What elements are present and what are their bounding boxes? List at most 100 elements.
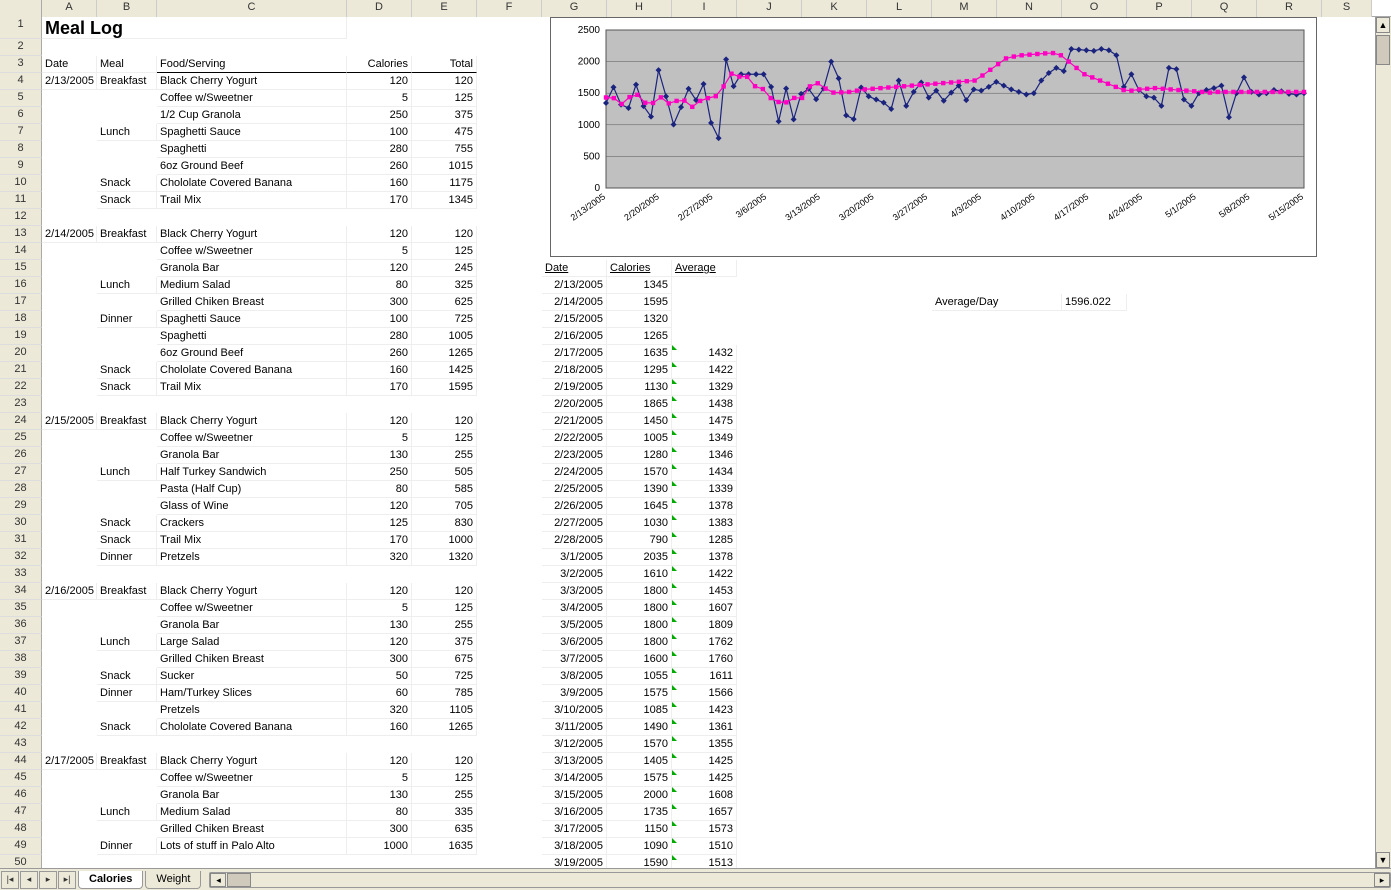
scroll-right-arrow-icon[interactable]: ▸ (1374, 873, 1390, 887)
summary-date[interactable]: 3/8/2005 (542, 668, 607, 685)
row-header-11[interactable]: 11 (0, 192, 42, 209)
row-header-30[interactable]: 30 (0, 515, 42, 532)
log-meal[interactable]: Dinner (97, 838, 157, 855)
log-total[interactable]: 1105 (412, 702, 477, 719)
column-header-S[interactable]: S (1322, 0, 1372, 17)
row-header-25[interactable]: 25 (0, 430, 42, 447)
summary-date[interactable]: 3/5/2005 (542, 617, 607, 634)
log-food[interactable]: Coffee w/Sweetner (157, 430, 347, 447)
summary-date[interactable]: 3/18/2005 (542, 838, 607, 855)
log-food[interactable]: Glass of Wine (157, 498, 347, 515)
summary-calories[interactable]: 1280 (607, 447, 672, 464)
log-food[interactable]: Grilled Chiken Breast (157, 821, 347, 838)
summary-calories[interactable]: 1030 (607, 515, 672, 532)
summary-date[interactable]: 3/3/2005 (542, 583, 607, 600)
summary-date[interactable]: 3/13/2005 (542, 753, 607, 770)
log-total[interactable]: 125 (412, 600, 477, 617)
summary-calories[interactable]: 2035 (607, 549, 672, 566)
column-header-L[interactable]: L (867, 0, 932, 17)
log-food[interactable]: Spaghetti (157, 328, 347, 345)
header-calories[interactable]: Calories (347, 56, 412, 73)
summary-date[interactable]: 2/18/2005 (542, 362, 607, 379)
log-calories[interactable]: 100 (347, 311, 412, 328)
log-calories[interactable]: 130 (347, 447, 412, 464)
row-header-38[interactable]: 38 (0, 651, 42, 668)
summary-date[interactable]: 2/24/2005 (542, 464, 607, 481)
log-calories[interactable]: 250 (347, 107, 412, 124)
log-calories[interactable]: 250 (347, 464, 412, 481)
summary-average[interactable]: 1566 (672, 685, 737, 702)
row-header-19[interactable]: 19 (0, 328, 42, 345)
log-date[interactable]: 2/17/2005 (42, 753, 97, 770)
summary-date[interactable]: 2/28/2005 (542, 532, 607, 549)
select-all-corner[interactable] (0, 0, 42, 17)
column-header-G[interactable]: G (542, 0, 607, 17)
tab-nav-next-icon[interactable]: ▸ (39, 871, 57, 889)
log-food[interactable]: Black Cherry Yogurt (157, 413, 347, 430)
log-total[interactable]: 725 (412, 311, 477, 328)
summary-calories[interactable]: 1150 (607, 821, 672, 838)
log-meal[interactable]: Snack (97, 532, 157, 549)
log-total[interactable]: 255 (412, 447, 477, 464)
log-total[interactable]: 505 (412, 464, 477, 481)
row-header-24[interactable]: 24 (0, 413, 42, 430)
log-total[interactable]: 785 (412, 685, 477, 702)
log-meal[interactable]: Lunch (97, 634, 157, 651)
log-total[interactable]: 1005 (412, 328, 477, 345)
log-calories[interactable]: 120 (347, 260, 412, 277)
log-total[interactable]: 125 (412, 243, 477, 260)
summary-date[interactable]: 3/12/2005 (542, 736, 607, 753)
log-food[interactable]: Half Turkey Sandwich (157, 464, 347, 481)
row-header-5[interactable]: 5 (0, 90, 42, 107)
log-calories[interactable]: 120 (347, 583, 412, 600)
column-header-I[interactable]: I (672, 0, 737, 17)
summary-calories[interactable]: 1085 (607, 702, 672, 719)
summary-date[interactable]: 3/10/2005 (542, 702, 607, 719)
log-total[interactable]: 1000 (412, 532, 477, 549)
log-total[interactable]: 1265 (412, 719, 477, 736)
summary-date[interactable]: 3/11/2005 (542, 719, 607, 736)
log-food[interactable]: Granola Bar (157, 787, 347, 804)
average-per-day-label[interactable]: Average/Day (932, 294, 1062, 311)
summary-calories[interactable]: 1090 (607, 838, 672, 855)
log-meal[interactable]: Lunch (97, 277, 157, 294)
row-header-23[interactable]: 23 (0, 396, 42, 413)
row-header-20[interactable]: 20 (0, 345, 42, 362)
log-meal[interactable]: Dinner (97, 685, 157, 702)
summary-header-calories[interactable]: Calories (607, 260, 672, 277)
log-food[interactable]: Chololate Covered Banana (157, 719, 347, 736)
summary-calories[interactable]: 1490 (607, 719, 672, 736)
log-total[interactable]: 1345 (412, 192, 477, 209)
log-calories[interactable]: 120 (347, 73, 412, 90)
summary-average[interactable]: 1432 (672, 345, 737, 362)
summary-average[interactable]: 1434 (672, 464, 737, 481)
summary-calories[interactable]: 1345 (607, 277, 672, 294)
log-food[interactable]: Coffee w/Sweetner (157, 90, 347, 107)
summary-header-average[interactable]: Average (672, 260, 737, 277)
row-header-8[interactable]: 8 (0, 141, 42, 158)
summary-calories[interactable]: 1295 (607, 362, 672, 379)
log-total[interactable]: 1265 (412, 345, 477, 362)
summary-calories[interactable]: 1800 (607, 634, 672, 651)
row-header-35[interactable]: 35 (0, 600, 42, 617)
summary-average[interactable]: 1453 (672, 583, 737, 600)
row-header-44[interactable]: 44 (0, 753, 42, 770)
summary-calories[interactable]: 790 (607, 532, 672, 549)
log-food[interactable]: Spaghetti Sauce (157, 124, 347, 141)
log-meal[interactable]: Breakfast (97, 753, 157, 770)
log-total[interactable]: 120 (412, 583, 477, 600)
tab-nav-first-icon[interactable]: |◂ (1, 871, 19, 889)
log-food[interactable]: 6oz Ground Beef (157, 345, 347, 362)
summary-calories[interactable]: 1800 (607, 617, 672, 634)
summary-date[interactable]: 2/20/2005 (542, 396, 607, 413)
row-header-27[interactable]: 27 (0, 464, 42, 481)
summary-calories[interactable]: 1575 (607, 770, 672, 787)
summary-date[interactable]: 3/2/2005 (542, 566, 607, 583)
log-calories[interactable]: 5 (347, 90, 412, 107)
summary-average[interactable]: 1339 (672, 481, 737, 498)
row-header-42[interactable]: 42 (0, 719, 42, 736)
log-total[interactable]: 625 (412, 294, 477, 311)
row-header-12[interactable]: 12 (0, 209, 42, 226)
log-food[interactable]: Granola Bar (157, 260, 347, 277)
row-header-4[interactable]: 4 (0, 73, 42, 90)
